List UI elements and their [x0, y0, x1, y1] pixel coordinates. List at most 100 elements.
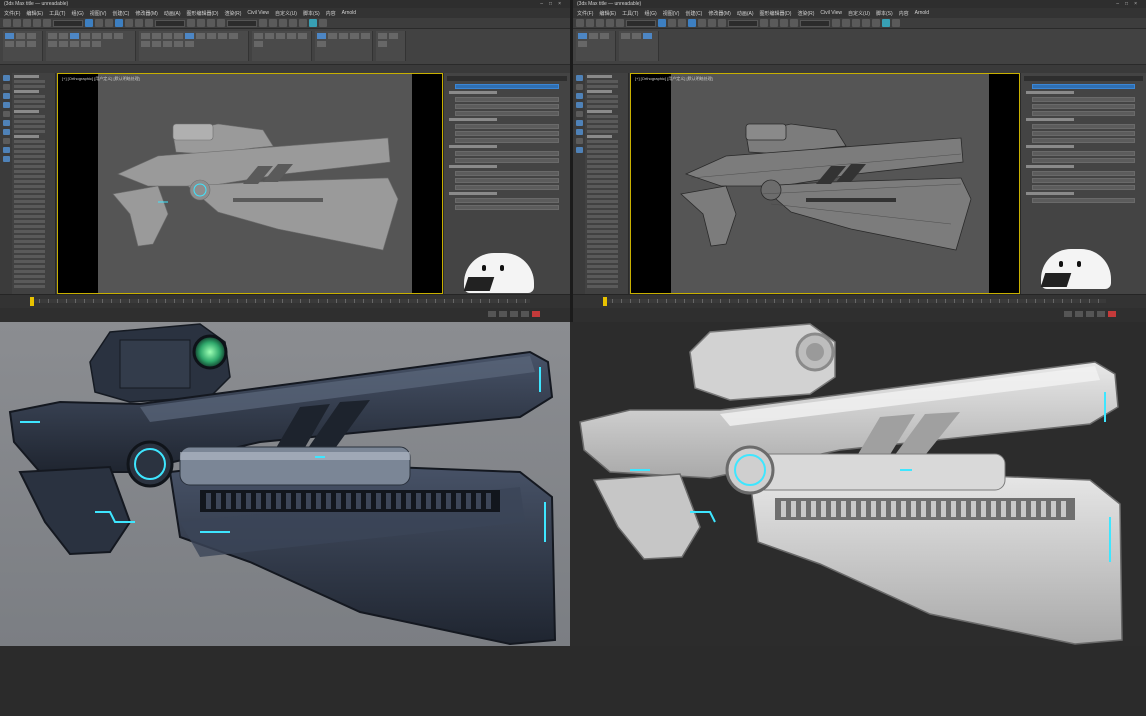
curve-editor-icon[interactable]	[862, 19, 870, 27]
menu-content[interactable]: 内容	[326, 10, 336, 17]
tool-icon[interactable]	[575, 75, 583, 81]
panel-button[interactable]	[1032, 138, 1135, 143]
panel-button[interactable]	[455, 205, 559, 210]
tool-icon[interactable]	[575, 84, 583, 90]
region-select-icon[interactable]	[105, 19, 113, 27]
tool-icon[interactable]	[2, 102, 10, 108]
layer-icon[interactable]	[279, 19, 287, 27]
pivot-icon[interactable]	[760, 19, 768, 27]
panel-button[interactable]	[1032, 185, 1135, 190]
window-crossing-icon[interactable]	[688, 19, 696, 27]
panel-button[interactable]	[455, 111, 559, 116]
time-slider[interactable]	[573, 294, 1146, 308]
auto-key-button[interactable]	[532, 311, 540, 317]
move-icon[interactable]	[125, 19, 133, 27]
window-controls[interactable]: –□×	[540, 0, 567, 8]
time-slider-handle[interactable]	[603, 297, 607, 306]
scene-explorer[interactable]	[12, 73, 56, 294]
tool-icon[interactable]	[2, 156, 10, 162]
menu-civil-view[interactable]: Civil View	[247, 10, 269, 16]
named-selection-dropdown[interactable]	[800, 19, 830, 27]
tool-icon[interactable]	[2, 138, 10, 144]
tool-icon[interactable]	[2, 147, 10, 153]
select-by-name-icon[interactable]	[668, 19, 676, 27]
next-frame-button[interactable]	[1097, 311, 1105, 317]
mirror-icon[interactable]	[832, 19, 840, 27]
panel-button[interactable]	[1032, 178, 1135, 183]
snap-icon[interactable]	[770, 19, 778, 27]
percent-snap-icon[interactable]	[790, 19, 798, 27]
next-frame-button[interactable]	[521, 311, 529, 317]
time-slider[interactable]	[0, 294, 570, 308]
material-editor-icon[interactable]	[299, 19, 307, 27]
select-icon[interactable]	[658, 19, 666, 27]
pivot-icon[interactable]	[187, 19, 195, 27]
panel-button[interactable]	[1032, 171, 1135, 176]
menu-create[interactable]: 创建(C)	[685, 10, 702, 17]
menu-animation[interactable]: 动画(A)	[737, 10, 754, 17]
tool-icon[interactable]	[2, 120, 10, 126]
menu-scripting[interactable]: 脚本(S)	[876, 10, 893, 17]
viewport-label[interactable]: [+] [Orthographic] [用户定义] [默认明暗处理]	[62, 76, 140, 82]
ribbon-group-modeling[interactable]	[3, 31, 43, 61]
menu-graph-editors[interactable]: 图形编辑器(D)	[186, 10, 218, 17]
rotate-icon[interactable]	[708, 19, 716, 27]
panel-button[interactable]	[455, 131, 559, 136]
menu-modifiers[interactable]: 修改器(M)	[135, 10, 158, 17]
tool-icon[interactable]	[575, 138, 583, 144]
tool-icon[interactable]	[2, 111, 10, 117]
menu-tools[interactable]: 工具(T)	[49, 10, 65, 17]
panel-button[interactable]	[1032, 151, 1135, 156]
reference-coord-dropdown[interactable]	[728, 19, 758, 27]
timeline-track[interactable]	[30, 299, 530, 303]
ribbon-group-polygon[interactable]	[619, 31, 659, 61]
panel-button[interactable]	[455, 185, 559, 190]
time-slider-handle[interactable]	[30, 297, 34, 306]
viewport-perspective[interactable]: [+] [Orthographic] [用户定义] [默认明暗处理]	[630, 73, 1020, 294]
ribbon-group-subdivision[interactable]	[376, 31, 406, 61]
curve-editor-icon[interactable]	[289, 19, 297, 27]
panel-button[interactable]	[1032, 111, 1135, 116]
panel-button[interactable]	[455, 198, 559, 203]
selection-filter-dropdown[interactable]	[53, 19, 83, 27]
select-by-name-icon[interactable]	[95, 19, 103, 27]
panel-button[interactable]	[1032, 97, 1135, 102]
menu-view[interactable]: 视图(V)	[663, 10, 680, 17]
panel-button[interactable]	[455, 171, 559, 176]
tool-icon[interactable]	[575, 120, 583, 126]
panel-button[interactable]	[1032, 198, 1135, 203]
menu-group[interactable]: 组(G)	[71, 10, 83, 17]
menu-graph-editors[interactable]: 图形编辑器(D)	[759, 10, 791, 17]
command-panel[interactable]	[1020, 73, 1146, 294]
ribbon-group-modeling[interactable]	[576, 31, 616, 61]
goto-start-button[interactable]	[488, 311, 496, 317]
goto-start-button[interactable]	[1064, 311, 1072, 317]
tool-icon[interactable]	[575, 93, 583, 99]
bind-icon[interactable]	[616, 19, 624, 27]
tool-icon[interactable]	[575, 102, 583, 108]
viewport-label[interactable]: [+] [Orthographic] [用户定义] [默认明暗处理]	[635, 76, 713, 82]
percent-snap-icon[interactable]	[217, 19, 225, 27]
menu-scripting[interactable]: 脚本(S)	[303, 10, 320, 17]
link-icon[interactable]	[596, 19, 604, 27]
region-select-icon[interactable]	[678, 19, 686, 27]
move-icon[interactable]	[698, 19, 706, 27]
menu-customize[interactable]: 自定义(U)	[275, 10, 297, 17]
ribbon-group-polygon[interactable]	[46, 31, 136, 61]
named-selection-dropdown[interactable]	[227, 19, 257, 27]
menu-modifiers[interactable]: 修改器(M)	[708, 10, 731, 17]
align-icon[interactable]	[842, 19, 850, 27]
panel-button[interactable]	[1032, 158, 1135, 163]
panel-button[interactable]	[455, 84, 559, 89]
menu-edit[interactable]: 编辑(E)	[26, 10, 43, 17]
menu-group[interactable]: 组(G)	[644, 10, 656, 17]
prev-frame-button[interactable]	[499, 311, 507, 317]
menu-edit[interactable]: 编辑(E)	[599, 10, 616, 17]
undo-icon[interactable]	[576, 19, 584, 27]
redo-icon[interactable]	[13, 19, 21, 27]
panel-button[interactable]	[455, 158, 559, 163]
unlink-icon[interactable]	[33, 19, 41, 27]
ribbon-group-loops[interactable]	[315, 31, 373, 61]
mirror-icon[interactable]	[259, 19, 267, 27]
timeline-track[interactable]	[603, 299, 1106, 303]
